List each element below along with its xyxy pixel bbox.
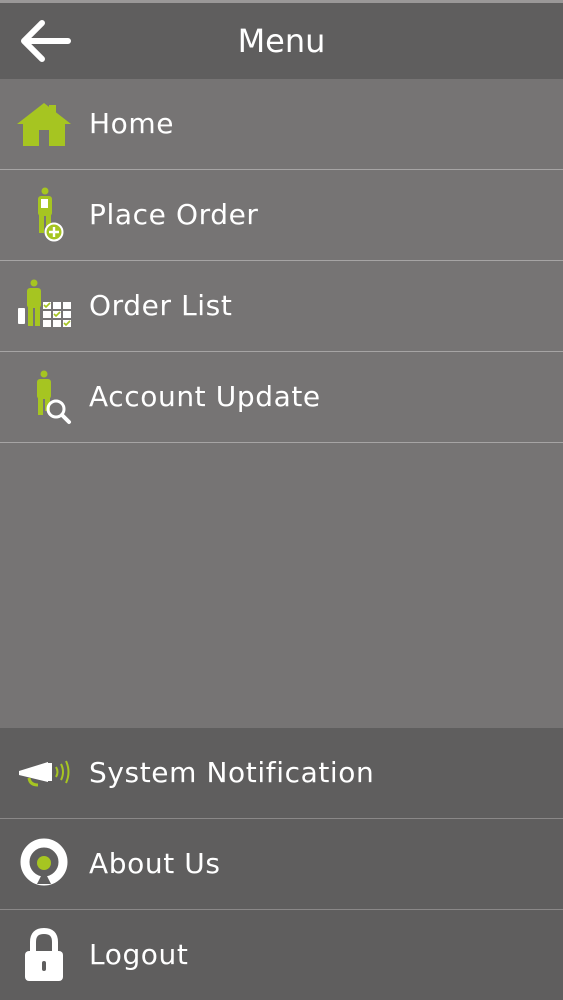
- menu-item-account-update[interactable]: Account Update: [0, 352, 563, 443]
- menu-item-label: Home: [89, 107, 175, 140]
- arrow-left-icon: [21, 20, 71, 62]
- menu-item-about-us[interactable]: About Us: [0, 819, 563, 910]
- place-order-icon: [38, 187, 64, 242]
- page-title: Menu: [237, 22, 326, 60]
- main-menu: Home Place Order Order List Account Upda…: [0, 79, 563, 443]
- menu-item-label: Place Order: [89, 198, 259, 231]
- menu-item-label: Logout: [89, 938, 189, 971]
- header-bar: Menu: [0, 3, 563, 79]
- menu-item-label: System Notification: [89, 756, 375, 789]
- menu-item-place-order[interactable]: Place Order: [0, 170, 563, 261]
- menu-item-label: About Us: [89, 847, 221, 880]
- account-update-icon: [37, 370, 71, 424]
- menu-item-home[interactable]: Home: [0, 79, 563, 170]
- home-icon: [17, 103, 71, 146]
- back-button[interactable]: [14, 15, 74, 67]
- order-list-icon: [18, 279, 71, 327]
- menu-item-label: Order List: [89, 289, 233, 322]
- about-logo-icon: [20, 838, 68, 886]
- menu-item-label: Account Update: [89, 380, 321, 413]
- menu-item-system-notification[interactable]: System Notification: [0, 728, 563, 819]
- lock-icon: [25, 927, 63, 981]
- menu-item-logout[interactable]: Logout: [0, 910, 563, 1000]
- megaphone-icon: [19, 760, 70, 787]
- footer-menu: System Notification About Us Logout: [0, 728, 563, 1000]
- menu-item-order-list[interactable]: Order List: [0, 261, 563, 352]
